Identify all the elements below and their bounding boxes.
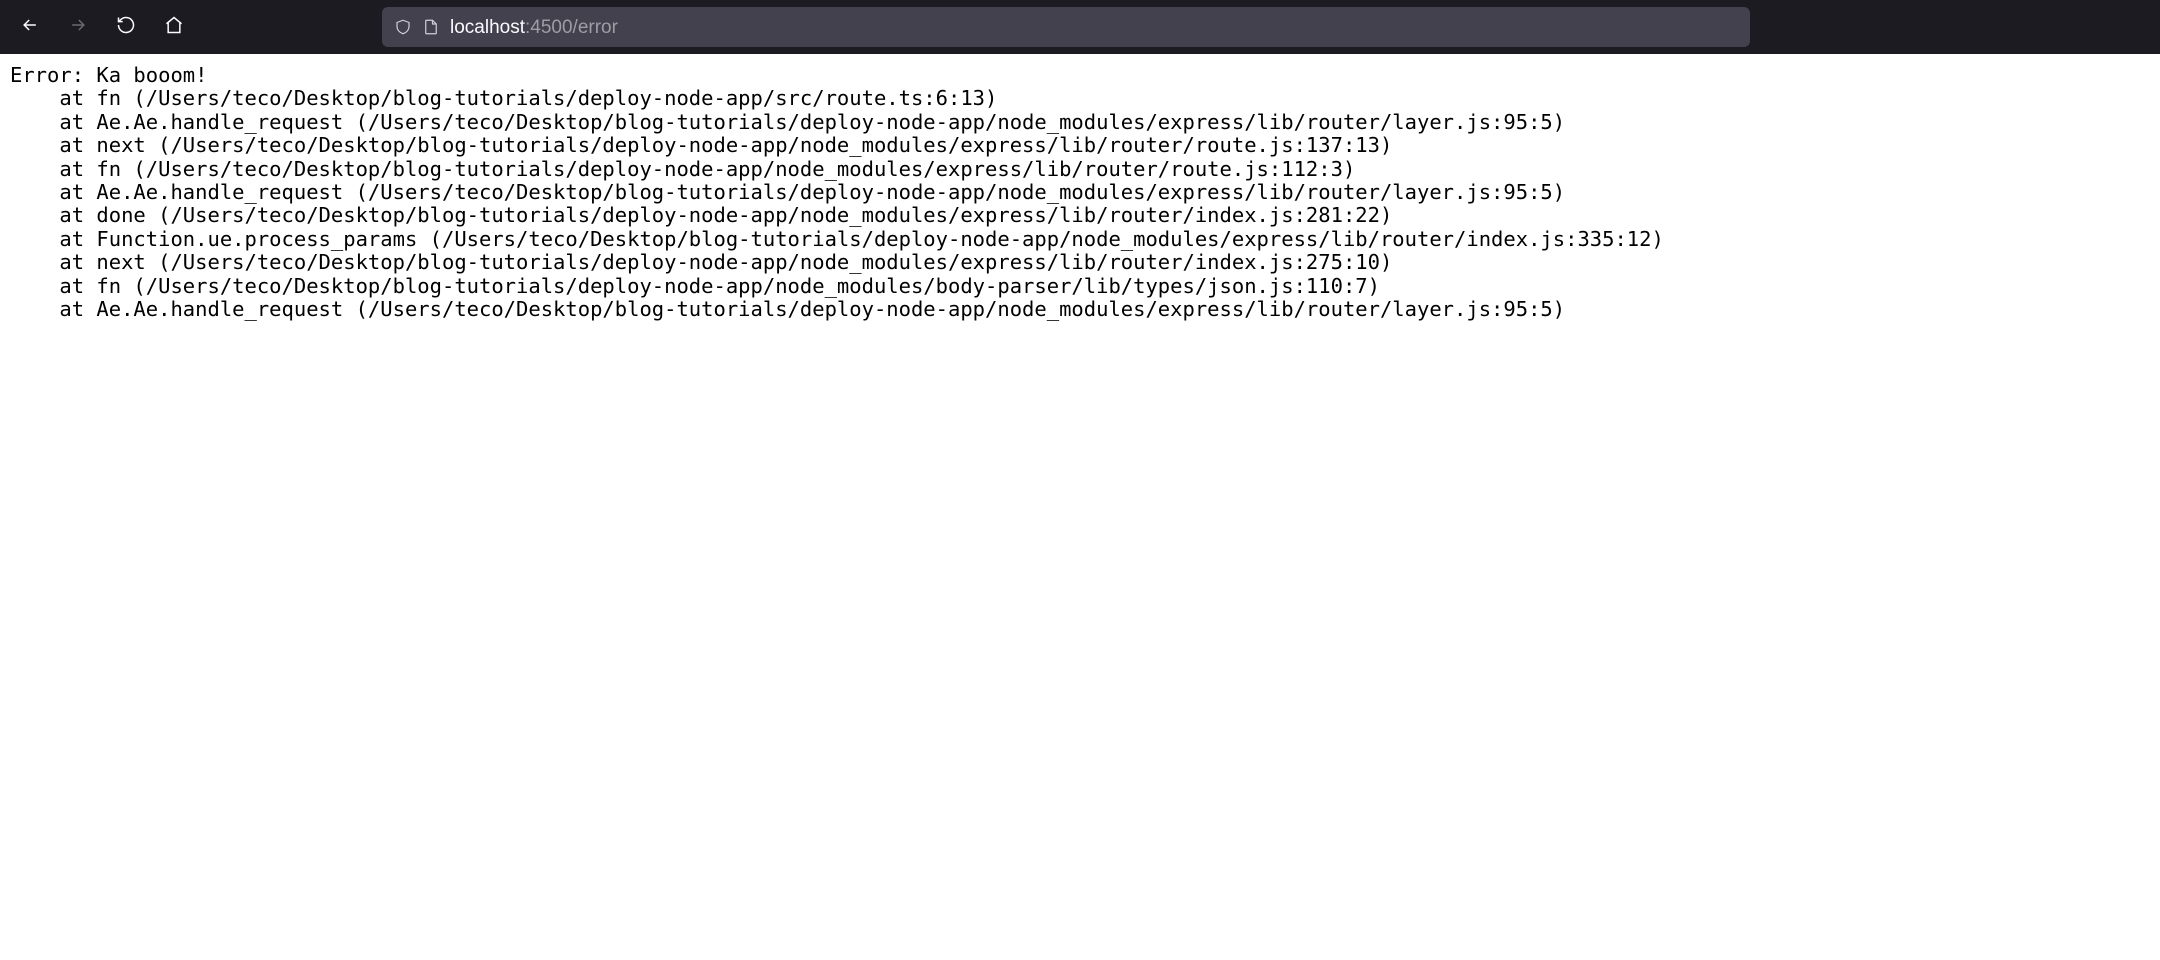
url-rest: :4500/error (525, 17, 618, 38)
url-text: localhost:4500/error (450, 18, 618, 37)
address-bar-container: localhost:4500/error (382, 7, 1750, 47)
arrow-right-icon (68, 15, 88, 40)
shield-icon (394, 18, 412, 36)
url-host: localhost (450, 17, 525, 38)
back-button[interactable] (10, 7, 50, 47)
arrow-left-icon (20, 15, 40, 40)
error-stack-trace: Error: Ka booom! at fn (/Users/teco/Desk… (0, 54, 2160, 331)
reload-button[interactable] (106, 7, 146, 47)
reload-icon (116, 15, 136, 40)
browser-toolbar: localhost:4500/error (0, 0, 2160, 54)
address-bar[interactable]: localhost:4500/error (382, 7, 1750, 47)
forward-button[interactable] (58, 7, 98, 47)
home-icon (164, 15, 184, 40)
page-icon (422, 18, 440, 36)
home-button[interactable] (154, 7, 194, 47)
